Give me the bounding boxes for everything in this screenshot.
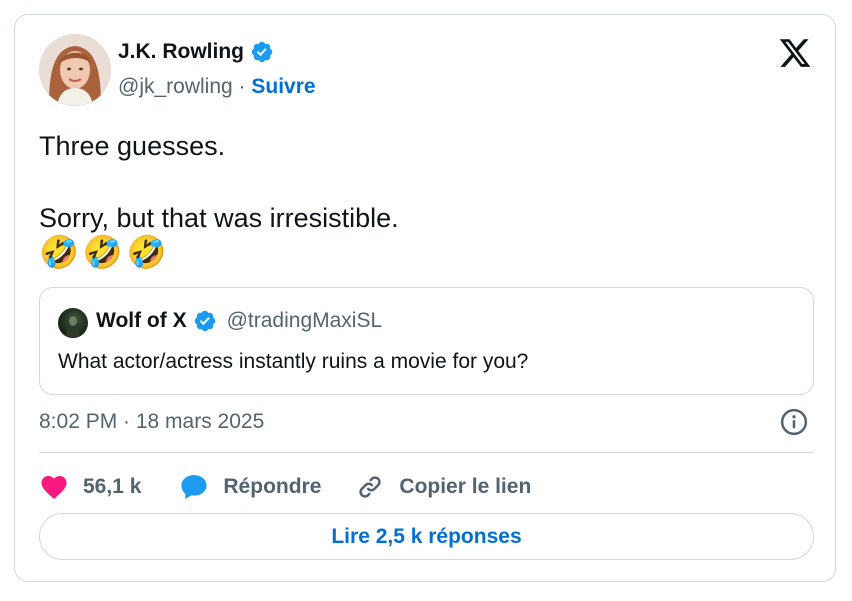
meta-separator: · — [238, 75, 246, 98]
reply-label: Répondre — [223, 475, 322, 498]
copy-link-label: Copier le lien — [399, 475, 532, 498]
quoted-author-name[interactable]: Wolf of X — [96, 309, 187, 333]
info-icon[interactable] — [779, 407, 809, 437]
rolling-laughing-emoji: 🤣 — [82, 233, 123, 271]
quoted-author: Wolf of X @tradingMaxiSL — [96, 309, 382, 333]
verified-badge-icon — [194, 310, 215, 332]
action-bar: 56,1 k Répondre Copier le lien — [39, 470, 531, 504]
reply-button[interactable]: Répondre — [179, 472, 321, 502]
like-count: 56,1 k — [83, 475, 142, 498]
tweet-text: Three guesses. Sorry, but that was irres… — [39, 131, 399, 233]
tweet-embed-card: J.K. Rowling @jk_rowling · Suivre Three … — [14, 14, 836, 582]
quoted-author-avatar[interactable] — [58, 308, 88, 338]
divider — [39, 452, 814, 453]
heart-icon — [41, 476, 67, 499]
copy-link-button[interactable]: Copier le lien — [355, 472, 531, 502]
author-name-text[interactable]: J.K. Rowling — [118, 40, 244, 64]
rolling-laughing-emoji: 🤣 — [39, 233, 79, 271]
quoted-avatar-image — [66, 316, 80, 338]
author-avatar[interactable] — [39, 34, 111, 106]
read-replies-button[interactable]: Lire 2,5 k réponses — [39, 513, 814, 560]
speech-bubble-icon — [181, 475, 207, 499]
author-meta: @jk_rowling · Suivre — [118, 75, 316, 99]
verified-badge-icon — [251, 41, 273, 63]
tweet-timestamp[interactable]: 8:02 PM · 18 mars 2025 — [39, 410, 264, 434]
quoted-tweet[interactable]: Wolf of X @tradingMaxiSL What actor/actr… — [39, 287, 814, 395]
author-avatar-image — [39, 34, 111, 106]
follow-button[interactable]: Suivre — [251, 75, 315, 98]
link-icon — [359, 476, 382, 498]
rolling-laughing-emoji: 🤣 — [126, 233, 167, 271]
x-logo-icon[interactable] — [777, 36, 813, 70]
tweet-emoji-row: 🤣 🤣 🤣 — [39, 233, 167, 271]
author-handle[interactable]: @jk_rowling — [118, 75, 233, 98]
quoted-author-handle[interactable]: @tradingMaxiSL — [227, 309, 383, 333]
like-button[interactable]: 56,1 k — [39, 472, 141, 502]
quoted-tweet-text: What actor/actress instantly ruins a mov… — [58, 350, 529, 373]
author-name[interactable]: J.K. Rowling — [118, 40, 274, 64]
